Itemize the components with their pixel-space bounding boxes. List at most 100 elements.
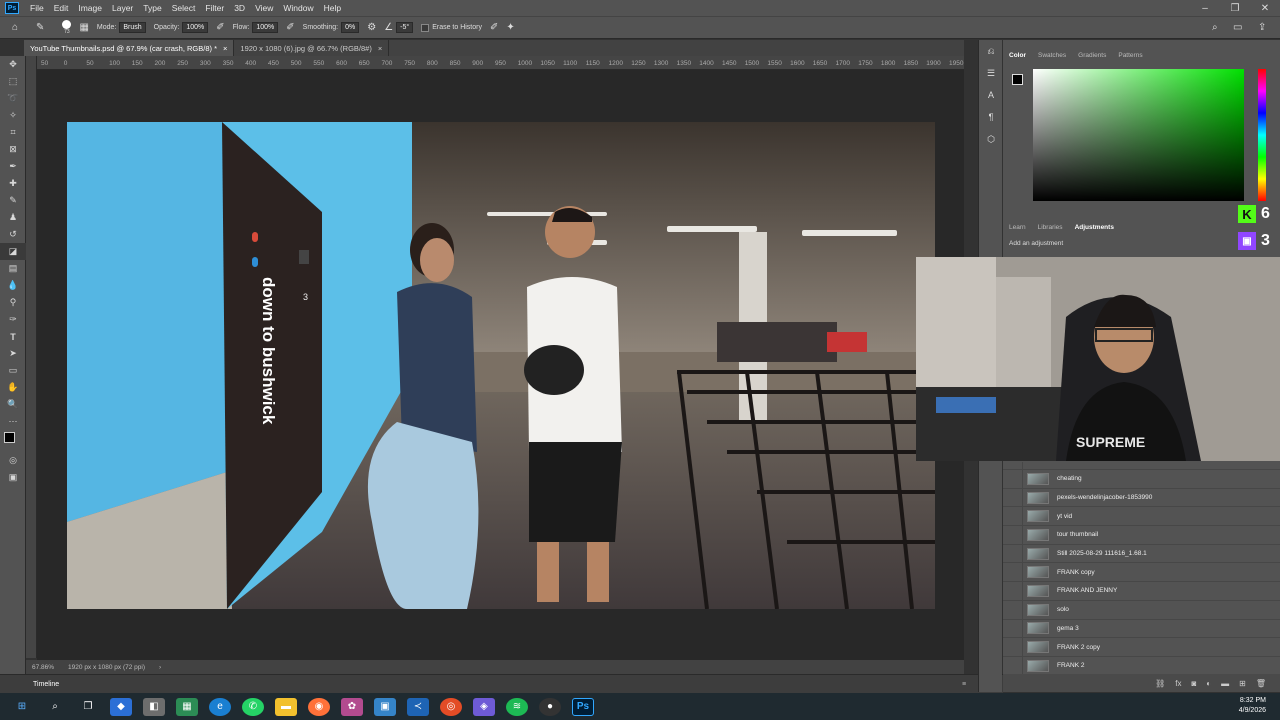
layer-row[interactable]: FRANK copy [1003,563,1280,583]
link-layers-icon[interactable]: ⛓ [1155,679,1165,688]
brush-tool-icon[interactable]: ✎ [0,192,26,209]
menu-type[interactable]: Type [138,3,166,13]
add-mask-icon[interactable]: ◙ [1191,679,1196,688]
calculator-icon[interactable]: ▦ [176,697,198,716]
gradient-tool-icon[interactable]: ▤ [0,260,26,277]
store-app-icon[interactable]: ◆ [110,697,132,716]
eyedropper-tool-icon[interactable]: ✒ [0,158,26,175]
trash-icon[interactable]: 🗑 [1256,679,1266,688]
close-icon[interactable]: ✕ [1250,0,1280,16]
tab-swatches[interactable]: Swatches [1038,52,1066,59]
adjustment-layer-icon[interactable]: ◐ [1206,679,1211,688]
spotify-icon[interactable]: ≋ [506,697,528,716]
tab-1920-jpg[interactable]: 1920 x 1080 (6).jpg @ 66.7% (RGB/8#) × [234,40,390,56]
mode-select[interactable]: Brush [119,22,146,33]
tab-libraries[interactable]: Libraries [1038,224,1063,231]
visibility-icon[interactable] [1003,582,1023,600]
layer-row[interactable]: FRANK AND JENNY [1003,582,1280,601]
menu-help[interactable]: Help [319,3,346,13]
magic-wand-tool-icon[interactable]: ✧ [0,107,26,124]
whatsapp-icon[interactable]: ✆ [242,697,264,716]
system-clock[interactable]: 8:32 PM 4/9/2026 [1239,696,1266,716]
fx-icon[interactable]: fx [1175,679,1181,688]
properties-icon[interactable]: ☰ [979,62,1003,84]
home-icon[interactable]: ⌂ [12,22,18,33]
fg-bg-colors[interactable] [1012,74,1028,90]
menu-3d[interactable]: 3D [229,3,250,13]
crop-tool-icon[interactable]: ⌗ [0,124,26,141]
rectangle-tool-icon[interactable]: ▭ [0,362,26,379]
foreground-color-swatch[interactable] [4,432,15,443]
tab-gradients[interactable]: Gradients [1078,52,1106,59]
history-brush-tool-icon[interactable]: ↺ [0,226,26,243]
tab-adjustments[interactable]: Adjustments [1075,224,1114,231]
layer-row[interactable]: tour thumbnail [1003,526,1280,545]
search-icon[interactable]: ⌕ [44,698,66,716]
color-swatches[interactable] [0,430,26,452]
menu-file[interactable]: File [25,3,49,13]
visibility-icon[interactable] [1003,638,1023,656]
tab-patterns[interactable]: Patterns [1118,52,1142,59]
panel-menu-icon[interactable]: ≡ [962,681,966,688]
color-field[interactable] [1033,69,1244,201]
visibility-icon[interactable] [1003,488,1023,507]
layer-row[interactable]: Still 2025-08-29 111616_1.68.1 [1003,544,1280,564]
clone-stamp-tool-icon[interactable]: ♟ [0,209,26,226]
opacity-input[interactable]: 100% [182,22,209,33]
menu-layer[interactable]: Layer [107,3,138,13]
menu-view[interactable]: View [250,3,278,13]
flow-input[interactable]: 100% [252,22,279,33]
share-icon[interactable]: ⇪ [1258,22,1266,33]
app-icon[interactable]: ▣ [374,697,396,716]
chevron-right-icon[interactable]: › [159,664,161,671]
3d-icon[interactable]: ⬡ [979,128,1003,150]
group-icon[interactable]: ▬ [1221,679,1229,688]
hue-slider[interactable] [1258,69,1266,201]
chrome-icon[interactable]: ◎ [440,697,462,716]
workspace-icon[interactable]: ▭ [1233,22,1242,33]
brush-preset-picker[interactable]: 73 [62,20,72,35]
type-tool-icon[interactable]: T [0,328,26,345]
paragraph-icon[interactable]: ¶ [979,106,1003,128]
airbrush-icon[interactable]: ✐ [286,22,294,33]
close-tab-icon[interactable]: × [378,44,382,53]
history-icon[interactable]: ⎌ [979,40,1003,62]
layer-row[interactable]: yt vid [1003,507,1280,527]
gear-icon[interactable]: ⚙ [367,22,376,33]
document-canvas[interactable]: down to bushwick 3 [67,122,935,609]
visibility-icon[interactable] [1003,656,1023,675]
brush-settings-icon[interactable]: ▦ [79,22,88,33]
menu-edit[interactable]: Edit [49,3,74,13]
move-tool-icon[interactable]: ✥ [0,56,26,73]
app-icon[interactable]: ● [539,697,561,716]
marquee-tool-icon[interactable]: ⬚ [0,73,26,90]
frame-tool-icon[interactable]: ⊠ [0,141,26,158]
visibility-icon[interactable] [1003,544,1023,563]
menu-select[interactable]: Select [167,3,201,13]
more-tools-icon[interactable]: ⋯ [0,413,26,430]
pressure-size-icon[interactable]: ✐ [490,22,498,33]
zoom-tool-icon[interactable]: 🔍 [0,396,26,413]
tab-color[interactable]: Color [1009,52,1026,59]
layer-row[interactable]: solo [1003,600,1280,620]
search-icon[interactable]: ⌕ [1212,22,1218,33]
lasso-tool-icon[interactable]: ➰ [0,90,26,107]
blur-tool-icon[interactable]: 💧 [0,277,26,294]
smoothing-input[interactable]: 0% [341,22,360,33]
app-icon[interactable]: ◧ [143,697,165,716]
visibility-icon[interactable] [1003,619,1023,638]
windows-start-icon[interactable]: ⊞ [11,698,33,716]
path-selection-tool-icon[interactable]: ➤ [0,345,26,362]
app-icon[interactable]: ◈ [473,697,495,716]
healing-brush-tool-icon[interactable]: ✚ [0,175,26,192]
layer-row[interactable]: cheating [1003,470,1280,489]
layer-row-partial[interactable] [1003,462,1280,470]
maximize-icon[interactable]: ❐ [1220,0,1250,16]
erase-history-control[interactable]: Erase to History [421,23,482,32]
quick-mask-icon[interactable]: ◎ [0,452,26,469]
foreground-color-swatch[interactable] [1012,74,1023,85]
menu-window[interactable]: Window [278,3,318,13]
eraser-tool-icon[interactable]: ◪ [0,243,26,260]
visibility-icon[interactable] [1003,526,1023,544]
menu-filter[interactable]: Filter [200,3,229,13]
